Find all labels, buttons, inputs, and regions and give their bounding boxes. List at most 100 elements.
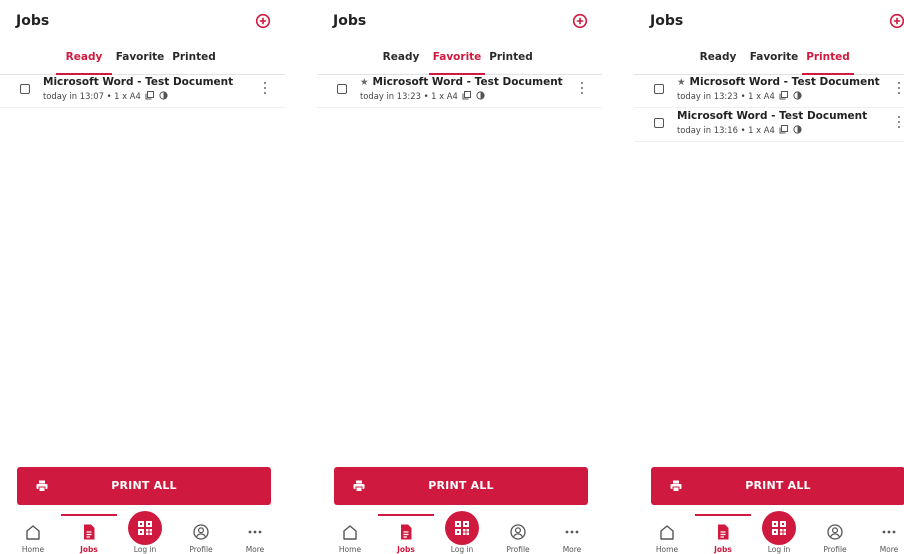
- job-list: Microsoft Word - Test Document today in …: [0, 74, 285, 108]
- job-row[interactable]: ★ Microsoft Word - Test Document today in…: [317, 74, 602, 108]
- job-row[interactable]: Microsoft Word - Test Document today in …: [634, 108, 904, 142]
- print-all-label: PRINT ALL: [428, 479, 494, 492]
- job-checkbox[interactable]: [654, 118, 664, 128]
- color-mode-icon: [476, 91, 485, 100]
- job-checkbox[interactable]: [337, 84, 347, 94]
- jobs-screen-favorite: Jobs Ready Favorite Printed ★ Microsoft W…: [317, 0, 602, 554]
- job-list: ★ Microsoft Word - Test Document today in…: [634, 74, 904, 142]
- print-all-label: PRINT ALL: [745, 479, 811, 492]
- profile-icon: [193, 524, 209, 540]
- print-all-button[interactable]: PRINT ALL: [334, 467, 588, 505]
- tab-ready[interactable]: Ready: [373, 48, 429, 74]
- job-title-wrap: ★ Microsoft Word - Test Document: [677, 76, 880, 88]
- star-icon: ★: [360, 77, 369, 88]
- nav-more[interactable]: More: [861, 514, 904, 554]
- job-tabs: Ready Favorite Printed: [317, 48, 602, 75]
- job-title: Microsoft Word - Test Document: [43, 76, 234, 88]
- job-meta-text: today in 13:23 • 1 x A4: [677, 91, 775, 101]
- nav-profile[interactable]: Profile: [807, 514, 863, 554]
- qr-code-icon: [138, 521, 152, 535]
- nav-label: Profile: [823, 545, 847, 554]
- job-meta: today in 13:23 • 1 x A4: [677, 91, 802, 101]
- star-icon: ★: [677, 77, 686, 88]
- print-all-button[interactable]: PRINT ALL: [17, 467, 271, 505]
- print-all-button[interactable]: PRINT ALL: [651, 467, 904, 505]
- job-title: Microsoft Word - Test Document: [689, 76, 880, 88]
- tab-favorite[interactable]: Favorite: [112, 48, 168, 74]
- tab-ready[interactable]: Ready: [56, 48, 112, 75]
- tab-favorite[interactable]: Favorite: [429, 48, 485, 75]
- bottom-nav: Home Jobs Log in Profile More: [634, 511, 904, 554]
- more-options-icon[interactable]: [897, 116, 901, 130]
- nav-login[interactable]: Log in: [751, 511, 807, 554]
- nav-label: Home: [21, 545, 45, 554]
- more-icon: [248, 530, 262, 534]
- copies-icon: [145, 91, 154, 100]
- tab-printed[interactable]: Printed: [802, 48, 854, 75]
- nav-label: Home: [655, 545, 679, 554]
- nav-more[interactable]: More: [544, 514, 600, 554]
- color-mode-icon: [159, 91, 168, 100]
- more-options-icon[interactable]: [263, 82, 267, 96]
- copies-icon: [779, 91, 788, 100]
- job-meta-text: today in 13:23 • 1 x A4: [360, 91, 458, 101]
- copies-icon: [462, 91, 471, 100]
- nav-login[interactable]: Log in: [434, 511, 490, 554]
- nav-home[interactable]: Home: [322, 514, 378, 554]
- copies-icon: [779, 125, 788, 134]
- qr-login-button[interactable]: [445, 511, 479, 545]
- job-checkbox[interactable]: [20, 84, 30, 94]
- more-icon: [565, 530, 579, 534]
- add-job-icon[interactable]: [572, 13, 588, 29]
- job-row[interactable]: ★ Microsoft Word - Test Document today in…: [634, 74, 904, 108]
- page-title: Jobs: [650, 13, 684, 29]
- add-job-icon[interactable]: [889, 13, 904, 29]
- nav-label: Home: [338, 545, 362, 554]
- qr-code-icon: [772, 521, 786, 535]
- nav-label: Profile: [189, 545, 213, 554]
- nav-login[interactable]: Log in: [117, 511, 173, 554]
- nav-profile[interactable]: Profile: [490, 514, 546, 554]
- home-icon: [343, 525, 357, 540]
- nav-label: More: [245, 545, 265, 554]
- job-meta-text: today in 13:16 • 1 x A4: [677, 125, 775, 135]
- nav-home[interactable]: Home: [5, 514, 61, 554]
- nav-jobs[interactable]: Jobs: [695, 514, 751, 554]
- nav-jobs[interactable]: Jobs: [61, 514, 117, 554]
- tab-ready[interactable]: Ready: [690, 48, 746, 74]
- page-title: Jobs: [333, 13, 367, 29]
- nav-home[interactable]: Home: [639, 514, 695, 554]
- job-meta-text: today in 13:07 • 1 x A4: [43, 91, 141, 101]
- qr-code-icon: [455, 521, 469, 535]
- job-row[interactable]: Microsoft Word - Test Document today in …: [0, 74, 285, 108]
- more-icon: [882, 530, 896, 534]
- tab-printed[interactable]: Printed: [168, 48, 220, 74]
- home-icon: [26, 525, 40, 540]
- nav-more[interactable]: More: [227, 514, 283, 554]
- job-meta: today in 13:23 • 1 x A4: [360, 91, 485, 101]
- job-title-wrap: ★ Microsoft Word - Test Document: [360, 76, 563, 88]
- qr-login-button[interactable]: [762, 511, 796, 545]
- job-meta: today in 13:07 • 1 x A4: [43, 91, 168, 101]
- more-options-icon[interactable]: [897, 82, 901, 96]
- job-list: ★ Microsoft Word - Test Document today in…: [317, 74, 602, 108]
- nav-label: Log in: [133, 545, 157, 554]
- job-tabs: Ready Favorite Printed: [634, 48, 904, 75]
- tab-favorite[interactable]: Favorite: [746, 48, 802, 74]
- more-options-icon[interactable]: [580, 82, 584, 96]
- nav-profile[interactable]: Profile: [173, 514, 229, 554]
- nav-label: More: [562, 545, 582, 554]
- color-mode-icon: [793, 91, 802, 100]
- qr-login-button[interactable]: [128, 511, 162, 545]
- add-job-icon[interactable]: [255, 13, 271, 29]
- nav-label: More: [879, 545, 899, 554]
- job-title: Microsoft Word - Test Document: [677, 110, 868, 122]
- nav-jobs[interactable]: Jobs: [378, 514, 434, 554]
- nav-label: Log in: [450, 545, 474, 554]
- page-title: Jobs: [16, 13, 50, 29]
- nav-label: Profile: [506, 545, 530, 554]
- tab-printed[interactable]: Printed: [485, 48, 537, 74]
- job-checkbox[interactable]: [654, 84, 664, 94]
- nav-label: Jobs: [397, 545, 415, 554]
- home-icon: [660, 525, 674, 540]
